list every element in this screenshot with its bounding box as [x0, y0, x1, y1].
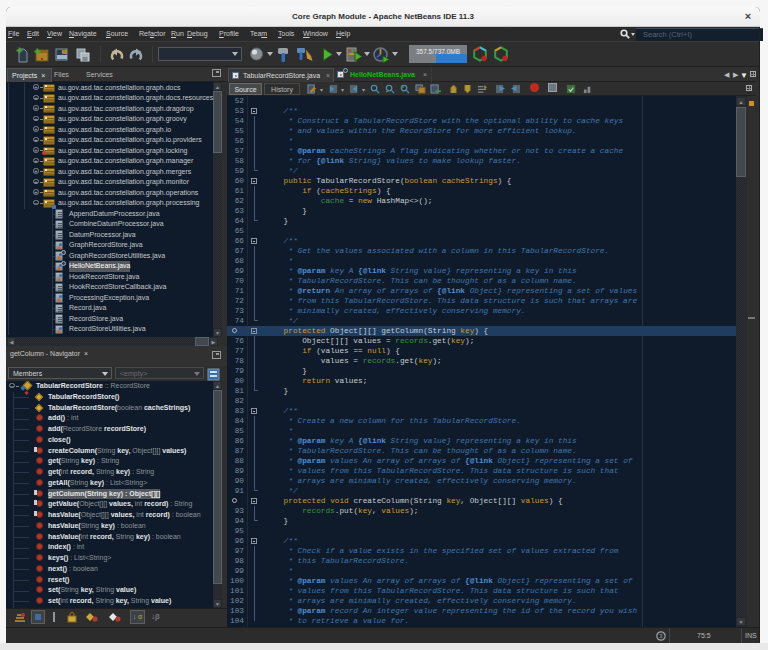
- svg-text:3: 3: [659, 633, 663, 639]
